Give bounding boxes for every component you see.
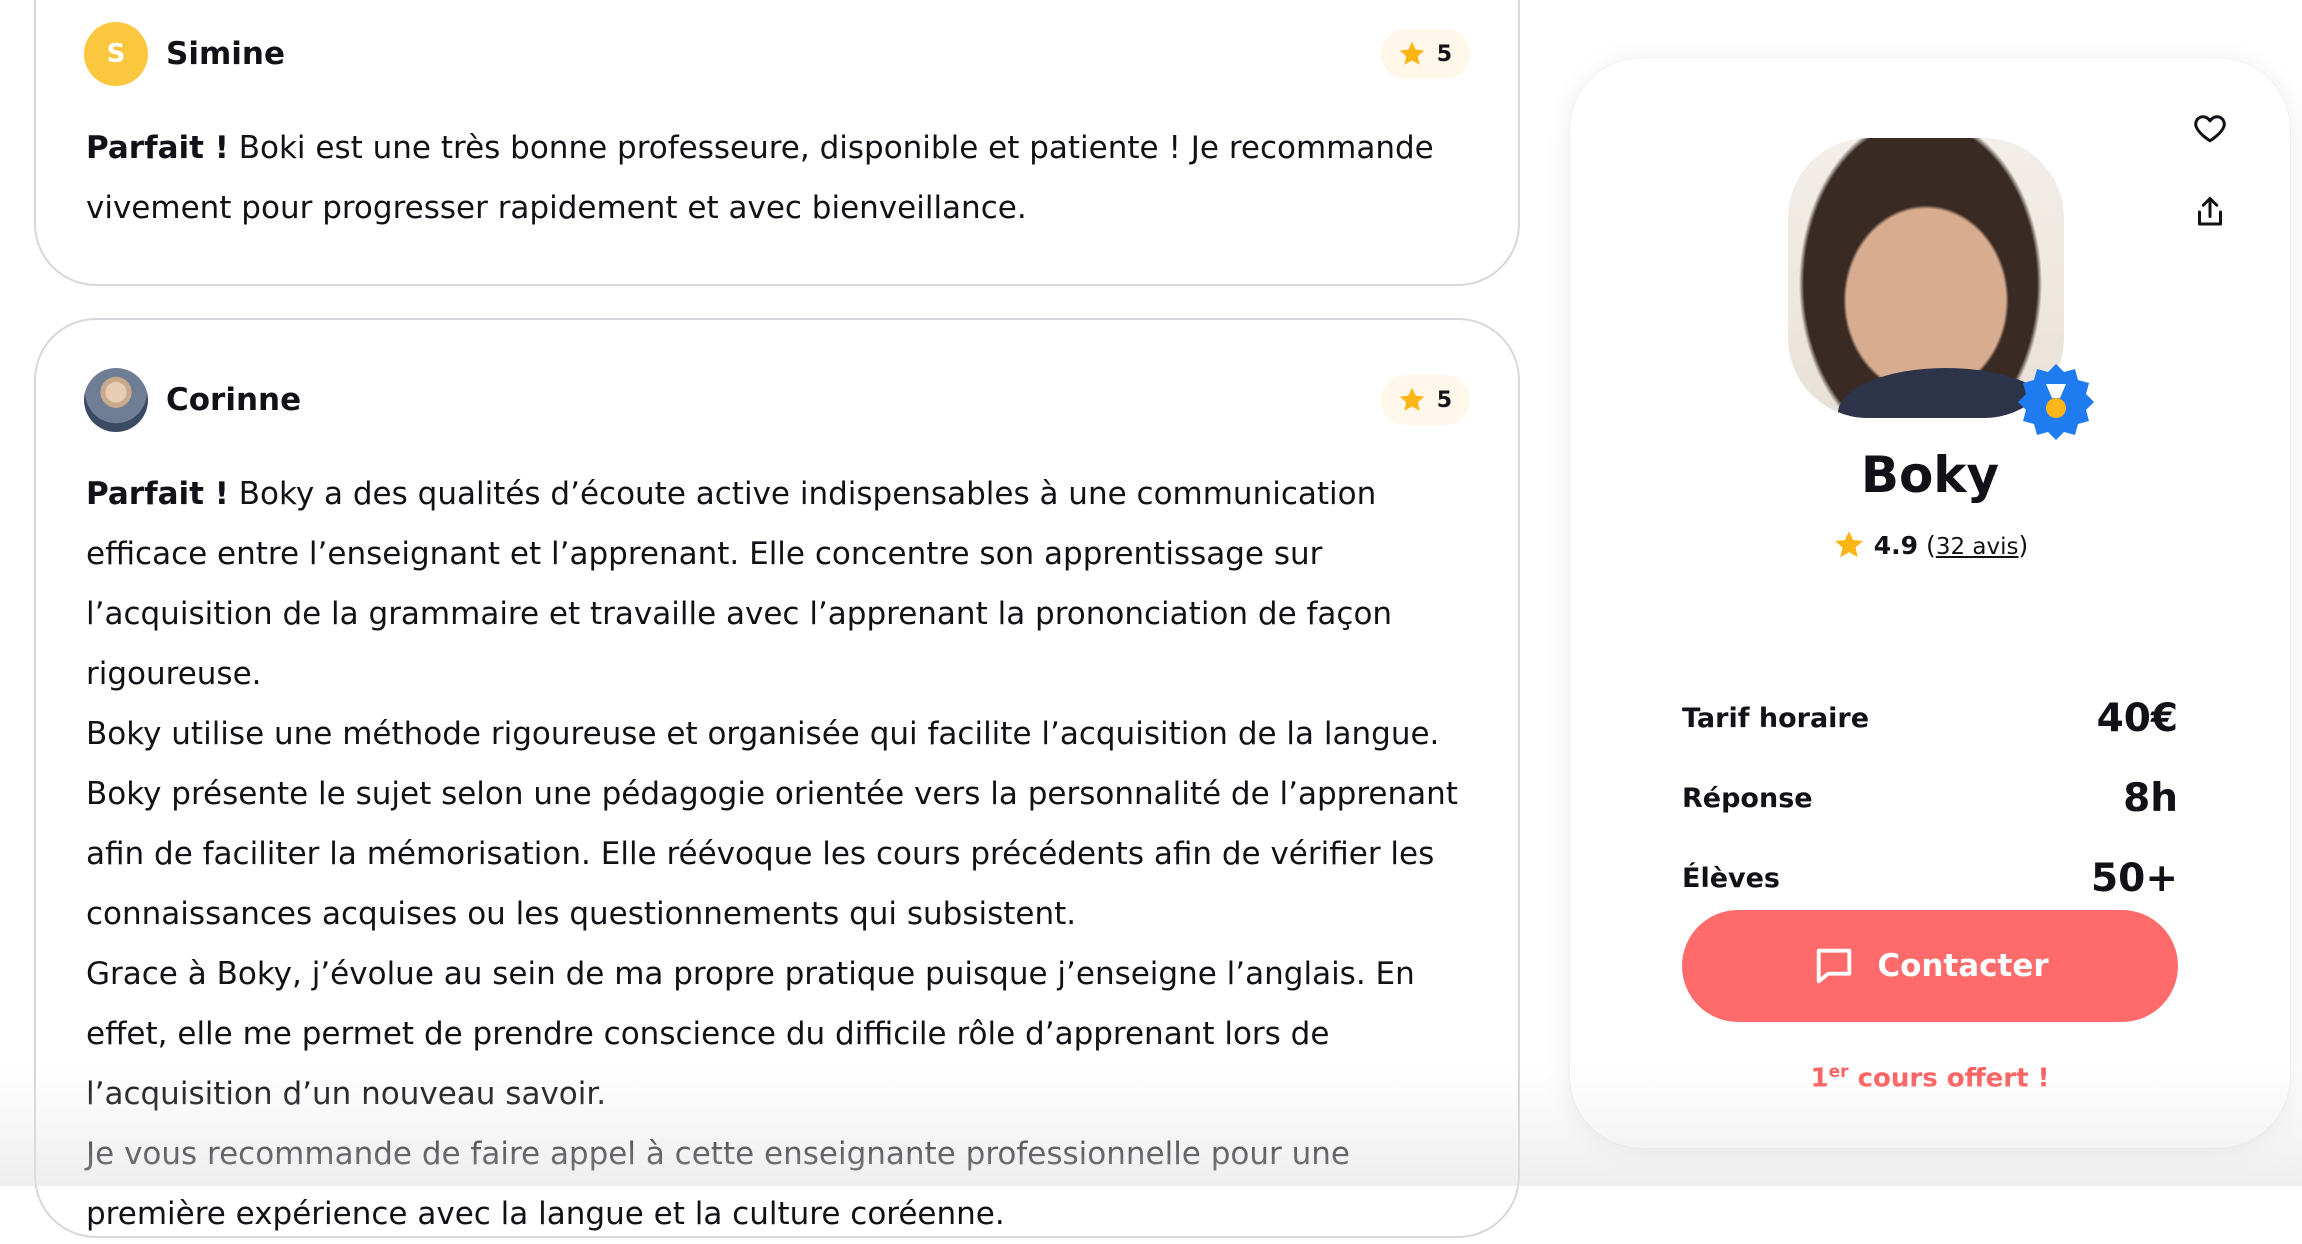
reviewer-name: Simine [166,36,285,72]
contact-button-label: Contacter [1877,948,2049,984]
favorite-button[interactable] [2182,100,2238,156]
offer-text: cours offert ! [1848,1063,2050,1094]
stat-students: Élèves 50+ [1682,838,2178,918]
star-icon [1834,531,1863,558]
chat-bubble-icon [1817,948,1852,984]
tutor-name: Boky [1860,446,2000,504]
medal-badge-icon [2018,364,2094,440]
rating-badge: 5 [1380,375,1470,425]
rating-score: 4.9 [1873,530,1919,560]
offer-prefix: 1 [1810,1063,1829,1094]
contact-button[interactable]: Contacter [1682,910,2178,1022]
review-card: Corinne 5 Parfait ! Boky a des qualités … [34,318,1520,1238]
review-paragraph: Boky utilise une méthode rigoureuse et o… [86,716,1440,752]
stat-label: Réponse [1682,782,1813,814]
offer-superscript: er [1828,1062,1849,1082]
reviewer-name: Corinne [166,382,302,418]
review-paragraph: Je vous recommande de faire appel à cett… [86,1136,1350,1232]
tutor-stats: Tarif horaire 40€ Réponse 8h Élèves 50+ [1682,678,2178,918]
rating-value: 5 [1436,387,1452,413]
review-paragraph-text: Boky a des qualités d’écoute active indi… [86,476,1393,692]
review-header: S Simine 5 [84,22,1470,86]
share-button[interactable] [2182,184,2238,240]
review-headline: Parfait ! [86,130,229,166]
tutor-rating: 4.9 (32 avis) [1570,528,2290,562]
stat-label: Tarif horaire [1682,702,1870,734]
stat-value: 8h [2123,775,2178,821]
review-paragraph: Parfait ! Boky a des qualités d’écoute a… [86,464,1478,704]
review-paragraph-text: Boki est une très bonne professeure, dis… [86,130,1434,226]
stat-hourly-rate: Tarif horaire 40€ [1682,678,2178,758]
review-text: Parfait ! Boki est une très bonne profes… [86,118,1478,238]
review-header: Corinne 5 [84,368,1470,432]
free-lesson-offer: 1er cours offert ! [1570,1062,2290,1094]
star-icon [1399,41,1424,65]
review-card: S Simine 5 Parfait ! Boki est une très b… [34,0,1520,286]
avatar [84,368,148,432]
stat-value: 40€ [2096,695,2178,741]
tutor-profile-card: Boky 4.9 (32 avis) Tarif horaire 40€ Rép… [1570,58,2290,1148]
review-paragraph: Boky présente le sujet selon une pédagog… [86,776,1458,932]
stat-response-time: Réponse 8h [1682,758,2178,838]
rating-value: 5 [1436,41,1452,67]
share-icon [2198,197,2222,226]
star-icon [1399,387,1424,411]
avatar: S [84,22,148,86]
reviews-count-link[interactable]: 32 avis [1936,534,2019,560]
rating-badge: 5 [1380,29,1470,79]
review-paragraph: Grace à Boky, j’évolue au sein de ma pro… [86,956,1415,1112]
stat-value: 50+ [2091,855,2178,901]
review-headline: Parfait ! [86,476,229,512]
review-text: Parfait ! Boky a des qualités d’écoute a… [86,464,1478,1244]
review-paragraph: Parfait ! Boki est une très bonne profes… [86,118,1478,238]
heart-icon [2194,115,2226,143]
stat-label: Élèves [1682,862,1780,894]
